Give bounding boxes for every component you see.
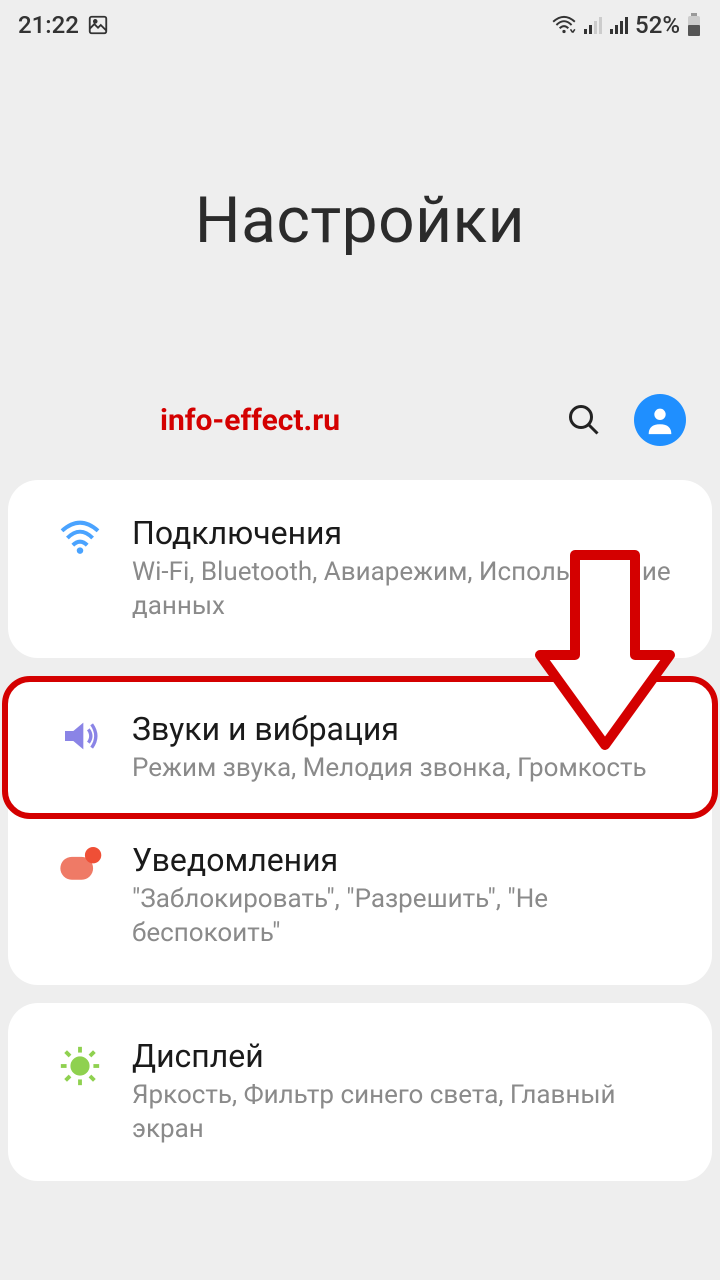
settings-item-notifications[interactable]: Уведомления "Заблокировать", "Разрешить"… (8, 813, 712, 979)
settings-item-sounds[interactable]: Звуки и вибрация Режим звука, Мелодия зв… (2, 676, 718, 820)
settings-list: Подключения Wi-Fi, Bluetooth, Авиарежим,… (0, 480, 720, 1181)
item-subtitle: Wi-Fi, Bluetooth, Авиарежим, Использован… (132, 556, 688, 624)
brightness-icon (32, 1037, 128, 1089)
battery-percent: 52% (635, 11, 680, 39)
settings-card: Дисплей Яркость, Фильтр синего света, Гл… (8, 1003, 712, 1181)
search-button[interactable] (554, 390, 614, 450)
battery-icon (686, 13, 702, 37)
avatar-icon (634, 394, 686, 446)
profile-button[interactable] (630, 390, 690, 450)
settings-item-connections[interactable]: Подключения Wi-Fi, Bluetooth, Авиарежим,… (8, 486, 712, 652)
signal-icon-1 (583, 15, 603, 35)
item-subtitle: Режим звука, Мелодия звонка, Громкость (132, 752, 688, 786)
sound-icon (32, 710, 128, 756)
item-subtitle: Яркость, Фильтр синего света, Главный эк… (132, 1079, 688, 1147)
settings-card: Звуки и вибрация Режим звука, Мелодия зв… (8, 676, 712, 985)
page-hero: Настройки (0, 50, 720, 390)
picture-icon (87, 14, 109, 36)
status-time: 21:22 (18, 11, 79, 39)
settings-card: Подключения Wi-Fi, Bluetooth, Авиарежим,… (8, 480, 712, 658)
wifi-item-icon (32, 514, 128, 556)
watermark-text: info-effect.ru (30, 403, 538, 438)
search-icon (566, 402, 602, 438)
page-title: Настройки (195, 183, 525, 258)
action-row: info-effect.ru (0, 390, 720, 480)
item-title: Уведомления (132, 841, 688, 879)
signal-icon-2 (609, 15, 629, 35)
item-title: Звуки и вибрация (132, 710, 688, 748)
settings-item-display[interactable]: Дисплей Яркость, Фильтр синего света, Гл… (8, 1009, 712, 1175)
status-bar: 21:22 (0, 0, 720, 50)
item-subtitle: "Заблокировать", "Разрешить", "Не беспок… (132, 883, 688, 951)
item-title: Дисплей (132, 1037, 688, 1075)
wifi-icon (551, 14, 577, 36)
item-title: Подключения (132, 514, 688, 552)
notification-icon (32, 841, 128, 883)
